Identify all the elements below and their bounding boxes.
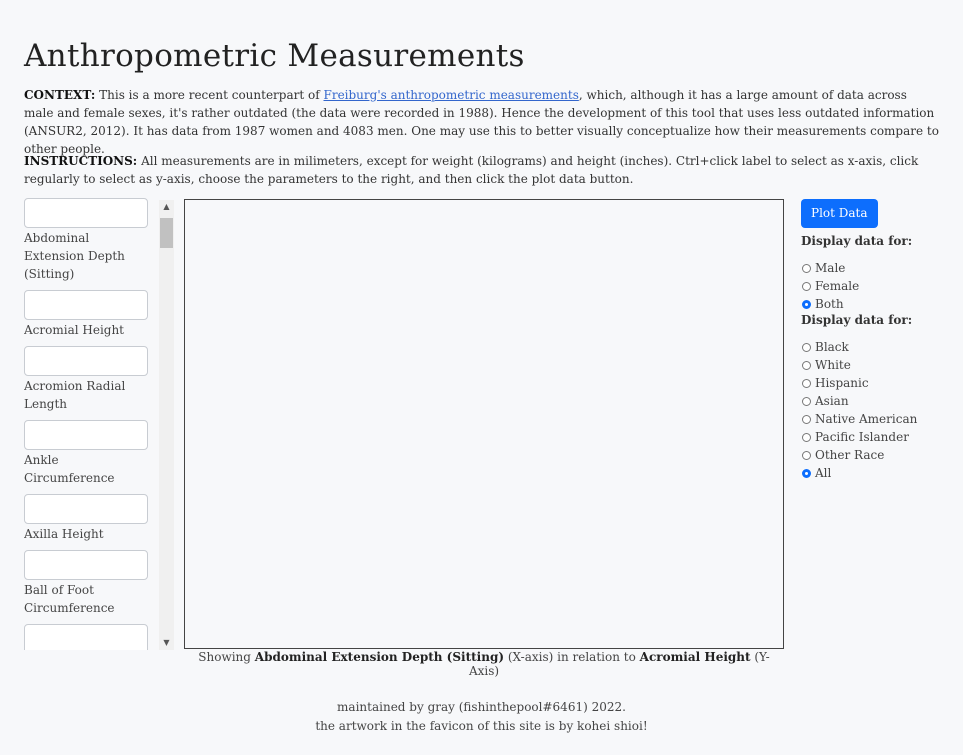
race-radio-white[interactable]: [802, 360, 811, 370]
measurement-item: Abdominal Extension Depth (Sitting): [24, 198, 158, 283]
race-group-title: Display data for:: [801, 313, 913, 327]
race-radio-label: All: [815, 466, 832, 480]
footer-favicon-credit: the artwork in the favicon of this site …: [315, 719, 648, 733]
caption-y-axis-name: Acromial Height: [639, 650, 751, 664]
measurement-item: Ball of Foot Circumference: [24, 550, 158, 617]
race-radio-label: Other Race: [815, 448, 885, 462]
measurement-item: Acromion Radial Length: [24, 346, 158, 413]
sex-radio-label: Male: [815, 261, 846, 275]
race-radio-all[interactable]: [802, 468, 811, 478]
measurement-label-ball-of-foot-circumference[interactable]: Ball of Foot Circumference: [24, 581, 148, 617]
measurement-list-scrollbar[interactable]: ▲ ▼: [159, 200, 174, 650]
race-option-all[interactable]: All: [801, 464, 961, 482]
context-paragraph: CONTEXT: This is a more recent counterpa…: [24, 86, 940, 158]
instructions-label: INSTRUCTIONS:: [24, 154, 138, 168]
race-radio-label: Pacific Islander: [815, 430, 909, 444]
measurement-input-axilla-height[interactable]: [24, 494, 148, 524]
race-radio-label: White: [815, 358, 851, 372]
caption-x-suffix: (X-axis) in relation to: [507, 650, 636, 664]
race-radio-label: Asian: [815, 394, 849, 408]
scroll-up-arrow-icon[interactable]: ▲: [159, 200, 174, 214]
race-radio-other-race[interactable]: [802, 450, 811, 460]
measurement-label-ankle-circumference[interactable]: Ankle Circumference: [24, 451, 148, 487]
measurement-input-acromial-height[interactable]: [24, 290, 148, 320]
measurement-item: Acromial Height: [24, 290, 158, 339]
race-option-pacific-islander[interactable]: Pacific Islander: [801, 428, 961, 446]
sex-option-male[interactable]: Male: [801, 259, 961, 277]
scroll-down-arrow-icon[interactable]: ▼: [159, 636, 174, 650]
plot-controls: Plot Data Display data for: Male Female Bo…: [801, 199, 961, 482]
footer-maintainer: maintained by gray (fishinthepool#6461) …: [337, 700, 626, 714]
race-radio-label: Black: [815, 340, 849, 354]
race-radio-pacific-islander[interactable]: [802, 432, 811, 442]
freiburg-link[interactable]: Freiburg's anthropometric measurements: [324, 88, 579, 102]
measurement-item: Ankle Circumference: [24, 420, 158, 487]
measurement-input-ankle-circumference[interactable]: [24, 420, 148, 450]
race-radio-asian[interactable]: [802, 396, 811, 406]
measurement-label-acromion-radial-length[interactable]: Acromion Radial Length: [24, 377, 148, 413]
instructions-text: All measurements are in milimeters, exce…: [24, 154, 919, 186]
race-option-native-american[interactable]: Native American: [801, 410, 961, 428]
context-label: CONTEXT:: [24, 88, 96, 102]
race-option-other-race[interactable]: Other Race: [801, 446, 961, 464]
race-radio-group: Black White Hispanic Asian Native American Pa…: [801, 338, 961, 482]
race-radio-native-american[interactable]: [802, 414, 811, 424]
measurement-label-acromial-height[interactable]: Acromial Height: [24, 321, 148, 339]
measurement-input-ball-of-foot-circumference[interactable]: [24, 550, 148, 580]
sex-radio-both[interactable]: [802, 299, 811, 309]
caption-x-axis-name: Abdominal Extension Depth (Sitting): [254, 650, 505, 664]
plot-area[interactable]: [184, 199, 784, 649]
scroll-thumb[interactable]: [160, 218, 173, 248]
measurement-item: Ball of Foot Length: [24, 624, 158, 650]
context-text-before: This is a more recent counterpart of: [99, 88, 320, 102]
plot-caption: Showing Abdominal Extension Depth (Sitti…: [184, 650, 784, 678]
measurement-input-ball-of-foot-length[interactable]: [24, 624, 148, 650]
race-option-white[interactable]: White: [801, 356, 961, 374]
sex-group-title: Display data for:: [801, 234, 913, 248]
plot-data-button[interactable]: Plot Data: [801, 199, 878, 228]
measurement-input-acromion-radial-length[interactable]: [24, 346, 148, 376]
sex-radio-male[interactable]: [802, 263, 811, 273]
caption-prefix: Showing: [198, 650, 251, 664]
instructions-paragraph: INSTRUCTIONS: All measurements are in mi…: [24, 152, 940, 188]
race-option-asian[interactable]: Asian: [801, 392, 961, 410]
sex-radio-label: Both: [815, 297, 844, 311]
footer: maintained by gray (fishinthepool#6461) …: [0, 698, 963, 736]
race-option-black[interactable]: Black: [801, 338, 961, 356]
race-option-hispanic[interactable]: Hispanic: [801, 374, 961, 392]
measurement-label-abdominal-extension-depth-sitting[interactable]: Abdominal Extension Depth (Sitting): [24, 229, 148, 283]
sex-radio-female[interactable]: [802, 281, 811, 291]
sex-radio-label: Female: [815, 279, 860, 293]
measurement-label-axilla-height[interactable]: Axilla Height: [24, 525, 148, 543]
sex-radio-group: Male Female Both: [801, 259, 961, 313]
sex-option-both[interactable]: Both: [801, 295, 961, 313]
race-radio-label: Native American: [815, 412, 918, 426]
measurement-list-panel[interactable]: Abdominal Extension Depth (Sitting) Acrom…: [24, 198, 174, 650]
page-title: Anthropometric Measurements: [24, 38, 525, 74]
measurement-item: Axilla Height: [24, 494, 158, 543]
sex-option-female[interactable]: Female: [801, 277, 961, 295]
race-radio-label: Hispanic: [815, 376, 869, 390]
measurement-list: Abdominal Extension Depth (Sitting) Acrom…: [24, 198, 158, 650]
measurement-input-abdominal-extension-depth-sitting[interactable]: [24, 198, 148, 228]
race-radio-hispanic[interactable]: [802, 378, 811, 388]
race-radio-black[interactable]: [802, 342, 811, 352]
